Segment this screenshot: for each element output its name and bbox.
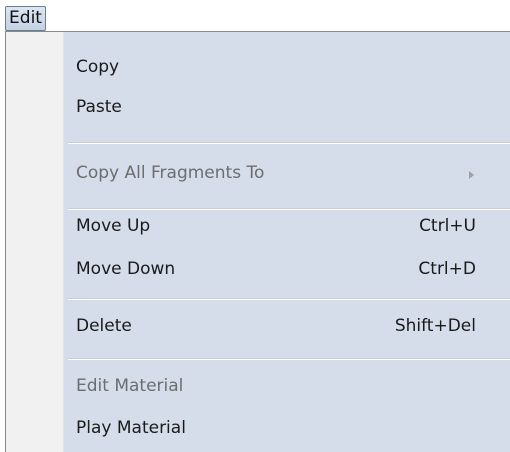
menu-item-move-down-label: Move Down [76,259,176,279]
menu-item-edit-material[interactable]: Edit Material [64,369,510,405]
menu-item-move-up-label: Move Up [76,216,151,236]
menu-item-paste-label: Paste [76,97,122,117]
menu-item-paste[interactable]: Paste [64,90,510,126]
menu-items-area: Copy Paste Copy All Fragments To Move Up… [64,32,510,452]
menu-separator [68,142,510,144]
menu-item-move-down[interactable]: Move Down Ctrl+D [64,252,510,288]
menu-item-move-up[interactable]: Move Up Ctrl+U [64,209,510,245]
menu-item-delete-label: Delete [76,316,132,336]
menu-item-copy-label: Copy [76,57,120,77]
menu-item-copy-all-fragments-to-label: Copy All Fragments To [76,163,265,183]
edit-dropdown-menu: Copy Paste Copy All Fragments To Move Up… [5,31,510,452]
menu-item-play-material-label: Play Material [76,418,186,438]
submenu-arrow-icon [469,171,474,179]
menu-separator [68,358,510,360]
menu-item-delete-shortcut: Shift+Del [394,316,476,336]
menu-item-copy-all-fragments-to[interactable]: Copy All Fragments To [64,156,510,192]
menu-item-copy[interactable]: Copy [64,50,510,86]
menu-item-delete[interactable]: Delete Shift+Del [64,309,510,345]
menu-separator [68,298,510,300]
menu-item-play-material[interactable]: Play Material [64,411,510,447]
menu-item-move-up-shortcut: Ctrl+U [419,216,476,236]
menu-item-move-down-shortcut: Ctrl+D [418,259,476,279]
menu-item-edit-material-label: Edit Material [76,376,184,396]
edit-menu-button[interactable]: Edit [5,6,46,31]
